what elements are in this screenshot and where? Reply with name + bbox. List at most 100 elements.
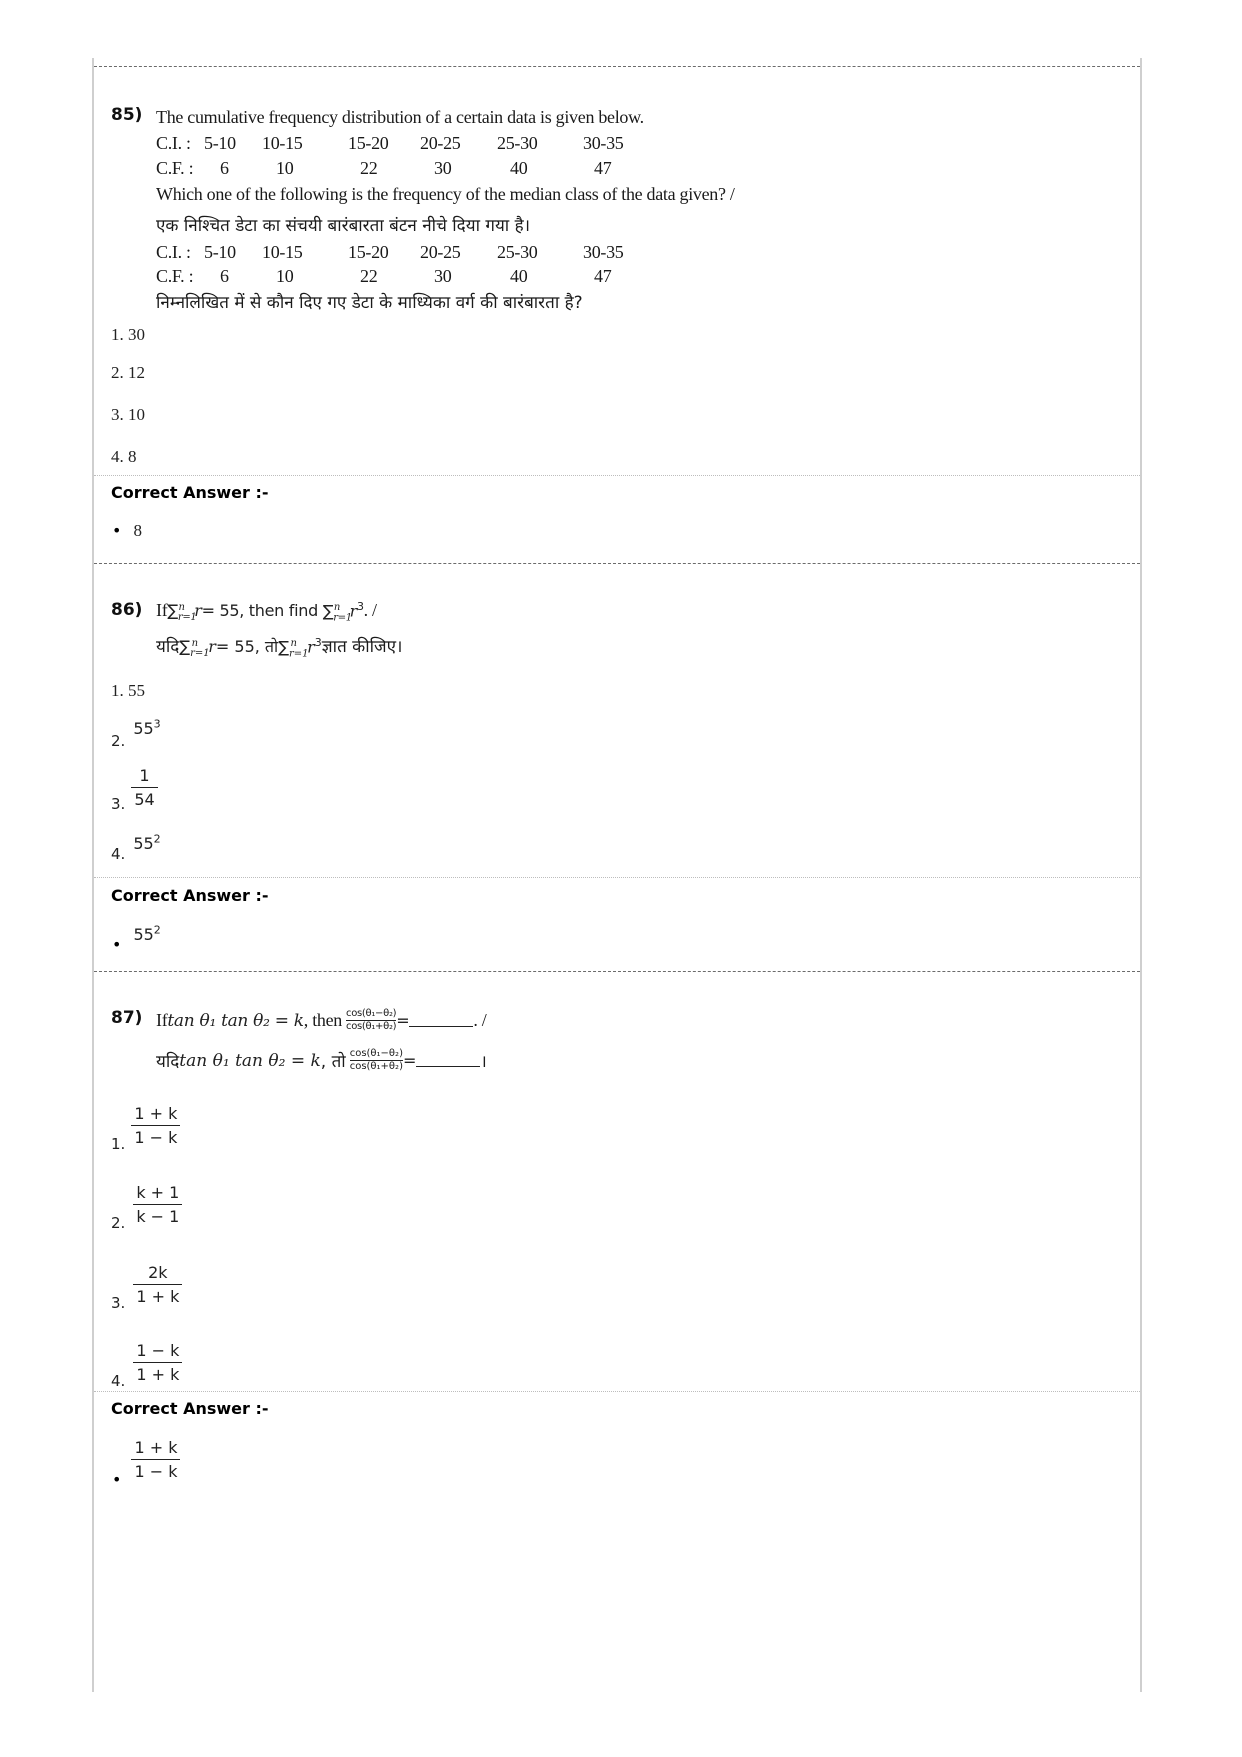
option-text: 12 <box>128 363 145 382</box>
option-3[interactable]: 3. 2k 1 + k <box>111 1263 183 1312</box>
option-label: 4. <box>111 447 124 466</box>
option-label: 2. <box>111 732 126 751</box>
ci-value: 10-15 <box>262 133 303 153</box>
option-3[interactable]: 3. 10 <box>111 405 145 425</box>
ci-value: 15-20 <box>348 242 389 262</box>
option-text: 10 <box>128 405 145 424</box>
option-2[interactable]: 2. 12 <box>111 363 145 383</box>
question-divider <box>94 971 1140 972</box>
cf-value: 6 <box>220 266 229 286</box>
sum-lower: r=1 <box>288 648 309 660</box>
answer-divider <box>94 475 1140 476</box>
option-2[interactable]: 2. k + 1 k − 1 <box>111 1183 183 1232</box>
cf-row: C.F. : 6 10 22 30 40 47 <box>156 266 612 287</box>
option-power: 552 <box>133 833 161 854</box>
ci-value: 30-35 <box>583 133 624 153</box>
cf-value: 47 <box>594 266 612 286</box>
option-text: 30 <box>128 325 145 344</box>
cf-value: 22 <box>360 158 378 178</box>
text: = <box>402 1051 417 1070</box>
question-text-hindi: एक निश्चित डेटा का संचयी बारंबारता बंटन … <box>156 216 531 236</box>
question-text-english: The cumulative frequency distribution of… <box>156 107 644 127</box>
text: If <box>156 600 168 621</box>
cf-row: C.F. : 6 10 22 30 40 47 <box>156 158 612 179</box>
question-text-english: Which one of the following is the freque… <box>156 184 735 204</box>
cf-label: C.F. : <box>156 266 194 286</box>
text: ज्ञात कीजिए। <box>321 637 403 657</box>
option-text: 8 <box>128 447 137 466</box>
answer-blank <box>409 1014 474 1027</box>
power-base: 55 <box>133 834 154 854</box>
option-fraction: k + 1 k − 1 <box>133 1183 183 1226</box>
ci-label: C.I. : <box>156 242 191 262</box>
option-power: 553 <box>133 718 161 739</box>
denominator: k − 1 <box>133 1204 183 1226</box>
option-text: 55 <box>128 681 145 700</box>
question-number: 85) <box>111 105 143 125</box>
sum-upper: n <box>178 602 185 613</box>
option-label: 3. <box>111 405 124 424</box>
question-text-hindi: यदि tan θ₁ tan θ₂ = k , तो cos(θ₁−θ₂) co… <box>156 1048 487 1073</box>
option-label: 1. <box>111 681 124 700</box>
option-4[interactable]: 4. 552 <box>111 833 161 863</box>
numerator: 1 + k <box>134 1438 178 1457</box>
option-2[interactable]: 2. 553 <box>111 718 161 750</box>
cos-fraction: cos(θ₁−θ₂) cos(θ₁+θ₂) <box>349 1048 403 1073</box>
ci-value: 5-10 <box>204 133 236 153</box>
cf-value: 6 <box>220 158 229 178</box>
sigma-symbol: ∑ <box>322 601 334 621</box>
option-fraction: 1 + k 1 − k <box>131 1104 181 1147</box>
cf-value: 30 <box>434 266 452 286</box>
option-label: 1. <box>111 1135 126 1153</box>
text: यदि <box>156 637 180 657</box>
option-1[interactable]: 1. 1 + k 1 − k <box>111 1104 181 1153</box>
power-base: 55 <box>133 719 154 739</box>
ci-value: 20-25 <box>420 133 461 153</box>
denominator: 54 <box>131 787 158 809</box>
option-1[interactable]: 1. 30 <box>111 325 145 345</box>
ci-value: 20-25 <box>420 242 461 262</box>
cf-value: 30 <box>434 158 452 178</box>
question-divider <box>94 66 1140 67</box>
numerator: k + 1 <box>136 1183 180 1202</box>
option-1[interactable]: 1. 55 <box>111 681 145 701</box>
text: = 55, then find <box>201 601 319 621</box>
denominator: 1 − k <box>131 1459 181 1481</box>
numerator: 1 <box>139 766 150 785</box>
sum-lower: r=1 <box>190 648 210 660</box>
correct-answer: • 8 <box>112 521 142 541</box>
cf-value: 22 <box>360 266 378 286</box>
cf-value: 10 <box>276 266 294 286</box>
option-4[interactable]: 4. 1 − k 1 + k <box>111 1341 183 1390</box>
sum-upper: n <box>290 637 297 649</box>
option-3[interactable]: 3. 1 54 <box>111 766 158 813</box>
correct-answer-heading: Correct Answer :- <box>111 886 269 905</box>
denominator: 1 + k <box>133 1362 183 1384</box>
question-number: 86) <box>111 600 143 620</box>
ci-label: C.I. : <box>156 133 191 153</box>
option-4[interactable]: 4. 8 <box>111 447 137 467</box>
text: यदि <box>156 1052 180 1072</box>
power-exponent: 2 <box>153 833 161 846</box>
ci-value: 30-35 <box>583 242 624 262</box>
cos-fraction: cos(θ₁−θ₂) cos(θ₁+θ₂) <box>346 1008 397 1033</box>
variable: r <box>349 601 358 621</box>
math-expression: tan θ₁ tan θ₂ = k <box>179 1050 321 1071</box>
text: । <box>480 1052 487 1072</box>
numerator: cos(θ₁−θ₂) <box>349 1048 403 1059</box>
option-label: 4. <box>111 1372 126 1390</box>
question-divider <box>94 563 1140 564</box>
numerator: cos(θ₁−θ₂) <box>346 1008 397 1019</box>
sum-expression: ∑r=1n r3 <box>318 600 364 624</box>
question-text-hindi: निम्नलिखित में से कौन दिए गए डेटा के माध… <box>156 293 583 313</box>
power-exponent: 3 <box>153 718 161 731</box>
sigma-symbol: ∑ <box>167 601 178 621</box>
bullet-icon: • <box>112 521 122 540</box>
ci-value: 15-20 <box>348 133 389 153</box>
text: = 55, तो <box>215 637 279 656</box>
exponent: 3 <box>356 600 364 613</box>
sum-expression: ∑r=1n r <box>167 601 202 623</box>
correct-answer-value: 8 <box>133 521 142 540</box>
question-paper-page: 85) The cumulative frequency distributio… <box>92 58 1142 1692</box>
denominator: 1 − k <box>131 1125 181 1147</box>
